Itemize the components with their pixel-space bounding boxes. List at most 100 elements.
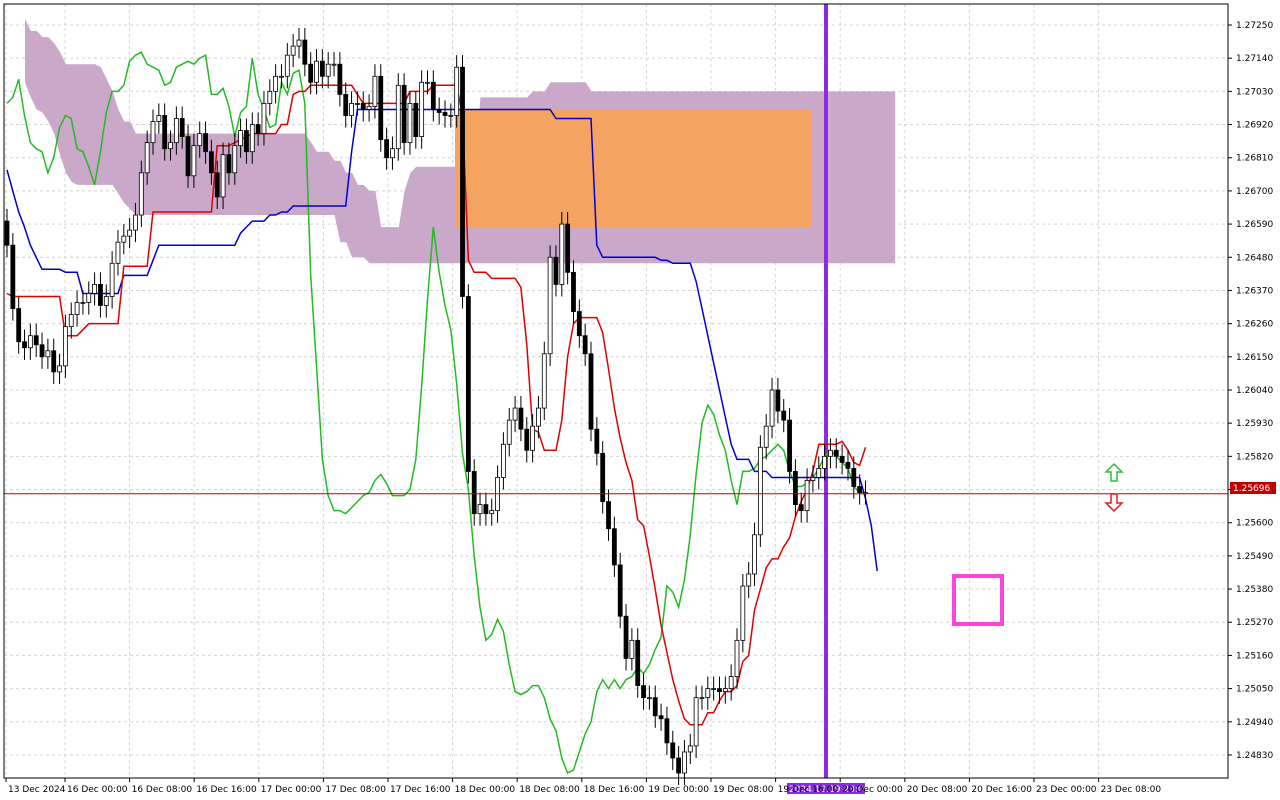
candle-body	[828, 449, 833, 457]
candle-body	[582, 335, 588, 355]
y-tick-label: 1.26700	[1236, 187, 1273, 197]
y-tick-label: 1.27250	[1236, 21, 1273, 31]
x-tick-label: 19 Dec 16:00	[778, 785, 839, 795]
y-tick-label: 1.24940	[1236, 718, 1273, 728]
candle-body	[442, 112, 448, 116]
y-tick-label: 1.26480	[1236, 253, 1273, 263]
candle-body	[845, 461, 851, 469]
candle-body	[74, 302, 80, 315]
candle-body	[588, 353, 594, 430]
candle-body	[693, 697, 699, 747]
x-tick-label: 19 Dec 00:00	[648, 785, 709, 795]
candle-body	[208, 151, 214, 174]
candle-body	[390, 148, 395, 159]
x-tick-label: 18 Dec 08:00	[519, 785, 580, 795]
candle-body	[611, 528, 617, 566]
candle-body	[378, 75, 384, 141]
candle-body	[641, 685, 646, 699]
candle-body	[92, 284, 97, 294]
candle-body	[676, 757, 681, 774]
candle-body	[816, 468, 822, 478]
candle-body	[687, 745, 693, 753]
candle-body	[191, 145, 197, 177]
candle-body	[460, 66, 465, 297]
candle-body	[664, 718, 670, 744]
candle-body	[173, 118, 179, 144]
candle-body	[203, 133, 208, 153]
candle-body	[623, 615, 629, 659]
candle-body	[536, 407, 541, 427]
x-tick-label: 18 Dec 00:00	[455, 785, 516, 795]
candle-body	[448, 115, 454, 117]
candle-body	[57, 365, 62, 373]
candle-body	[4, 220, 10, 246]
candle-body	[325, 63, 331, 77]
candle-body	[740, 585, 746, 641]
candle-body	[343, 93, 349, 116]
candle-body	[524, 428, 530, 451]
candle-body	[430, 81, 436, 110]
candle-body	[109, 262, 115, 297]
candle-body	[839, 455, 845, 463]
candle-body	[810, 477, 816, 481]
candle-body	[162, 115, 168, 150]
candle-body	[512, 407, 518, 421]
candle-body	[384, 139, 390, 159]
candle-body	[857, 486, 863, 493]
candle-body	[763, 425, 769, 448]
candle-body	[518, 407, 524, 430]
candle-body	[267, 90, 273, 104]
candle-body	[606, 501, 611, 530]
price-readout: 1.25696	[1230, 482, 1276, 494]
candle-body	[366, 106, 372, 110]
candle-body	[308, 63, 314, 83]
candle-body	[705, 688, 711, 699]
candle-body	[302, 39, 308, 65]
y-tick-label: 1.25160	[1236, 651, 1273, 661]
candle-body	[670, 742, 676, 759]
candle-body	[39, 344, 45, 358]
candle-body	[722, 688, 728, 693]
candle-body	[793, 471, 798, 506]
candle-body	[833, 449, 839, 457]
candle-body	[822, 455, 827, 469]
candle-body	[98, 284, 103, 306]
x-tick-label: 20 Dec 08:00	[907, 785, 968, 795]
y-tick-label: 1.26260	[1236, 320, 1273, 330]
candle-body	[168, 142, 173, 150]
x-tick-label: 19 Dec 08:00	[713, 785, 774, 795]
candle-body	[746, 573, 752, 587]
candle-body	[728, 676, 734, 690]
candle-body	[121, 235, 127, 243]
candle-body	[717, 688, 722, 693]
candle-body	[465, 296, 471, 472]
candle-body	[244, 130, 249, 153]
y-tick-label: 1.26590	[1236, 220, 1273, 230]
candle-body	[63, 326, 68, 367]
candle-body	[851, 468, 857, 487]
y-tick-label: 1.26370	[1236, 286, 1273, 296]
candle-body	[489, 510, 495, 515]
candle-body	[594, 428, 600, 454]
candle-body	[22, 341, 27, 349]
x-tick-label: 16 Dec 16:00	[196, 785, 257, 795]
candle-body	[86, 293, 92, 303]
candle-body	[314, 60, 319, 83]
candle-body	[530, 425, 535, 451]
candle-body	[10, 244, 16, 309]
candle-body	[296, 39, 302, 47]
y-tick-label: 1.27030	[1236, 87, 1273, 97]
candle-body	[331, 63, 337, 66]
x-tick-label: 16 Dec 08:00	[132, 785, 193, 795]
candle-body	[787, 419, 792, 472]
candle-body	[185, 136, 191, 177]
candle-body	[454, 66, 460, 116]
candle-body	[571, 271, 576, 312]
ichimoku-chart[interactable]: 2024.12.19 23:00 1.272501.271401.270301.…	[0, 0, 1280, 800]
x-tick-label: 20 Dec 16:00	[971, 785, 1032, 795]
candle-body	[506, 419, 512, 445]
candle-body	[103, 296, 109, 306]
candle-body	[471, 471, 477, 515]
candle-body	[255, 124, 261, 134]
candle-body	[150, 121, 156, 144]
